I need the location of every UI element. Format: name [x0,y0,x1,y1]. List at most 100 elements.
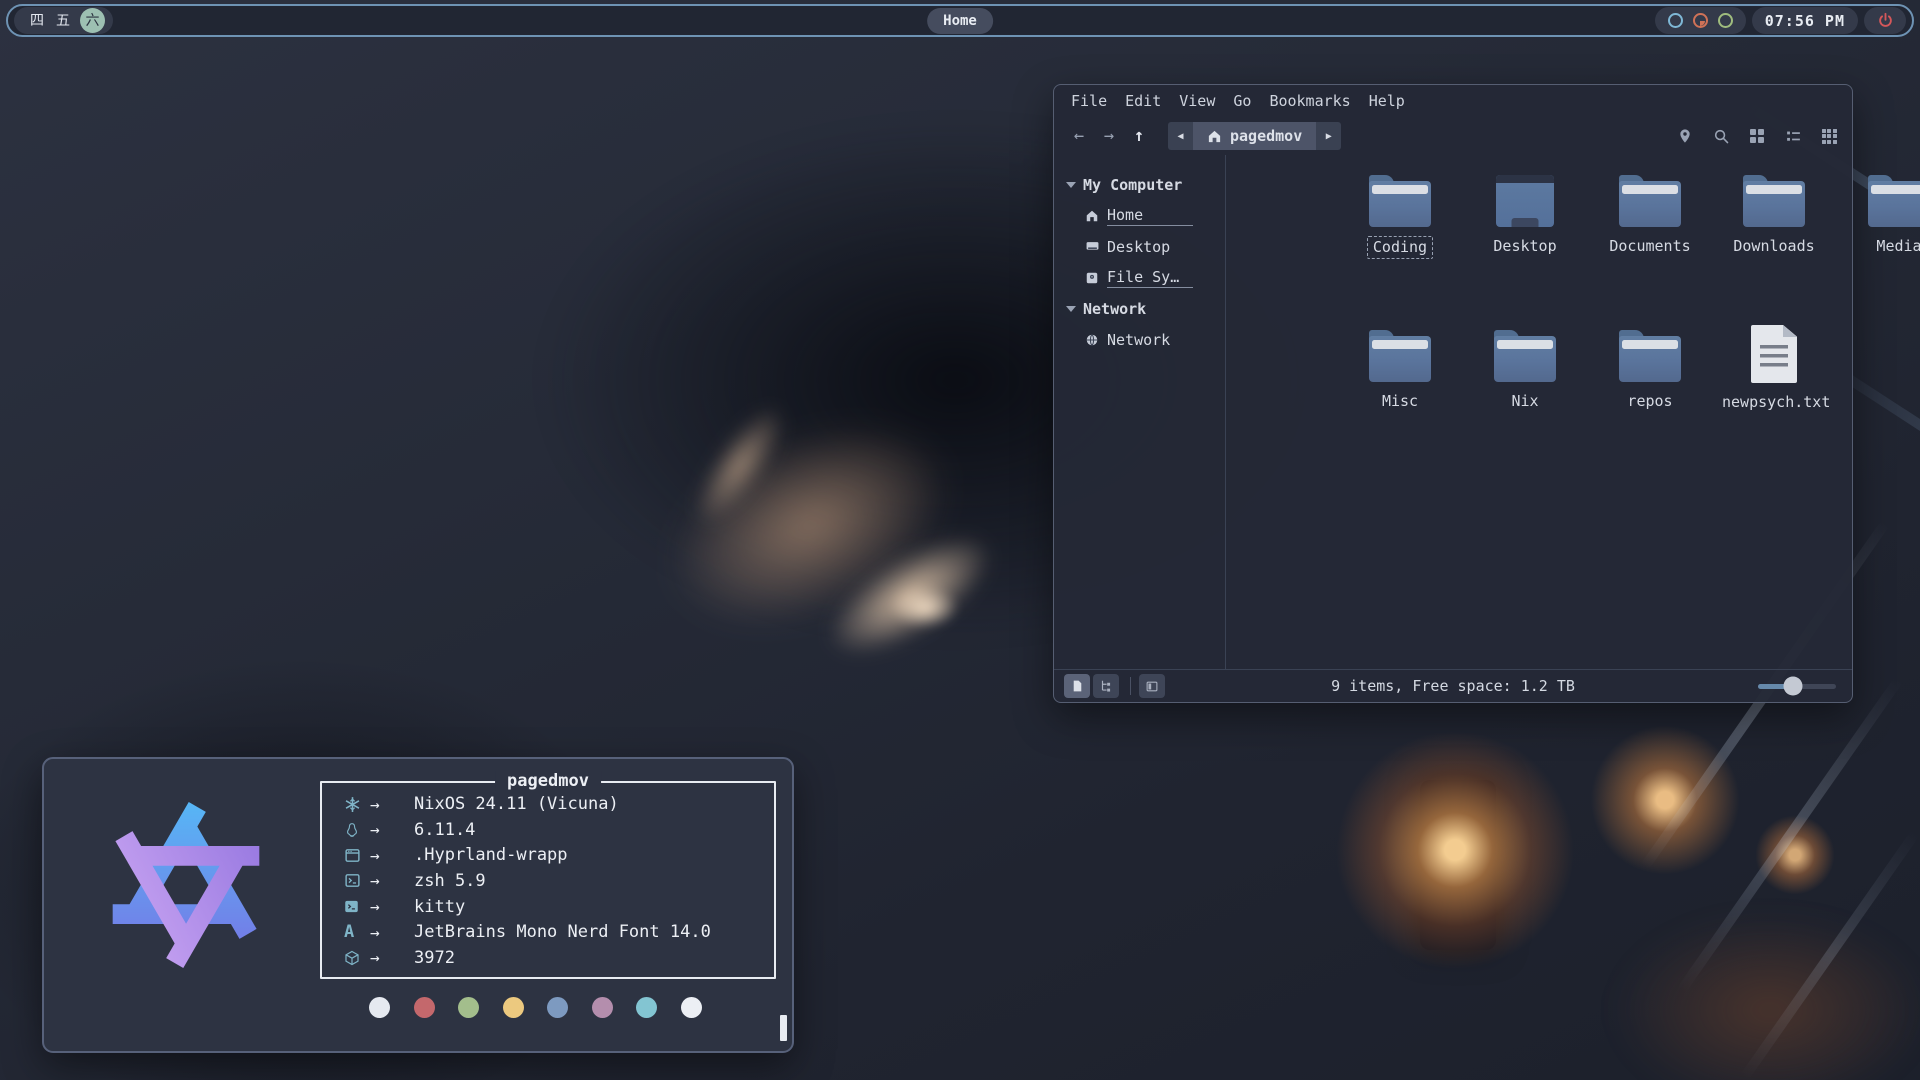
status-bar: 四 五 六 Home 07:56 PM [6,4,1914,37]
up-arrow-icon: ↑ [1134,126,1144,146]
file-item-newpsych-txt[interactable]: newpsych.txt [1712,325,1836,413]
places-pane-button[interactable] [1064,674,1090,698]
menu-bookmarks[interactable]: Bookmarks [1260,89,1359,113]
forward-button[interactable]: → [1094,122,1124,150]
search-button[interactable] [1708,123,1734,149]
workspace-6-active[interactable]: 六 [80,8,105,33]
hostname-title: pagedmov [495,771,601,791]
file-label: Documents [1605,236,1694,257]
sidebar-item-label: Home [1107,206,1193,226]
blue-ring-indicator-icon[interactable] [1668,13,1683,28]
tab-scroll-right-button[interactable]: ▶ [1316,122,1341,150]
shell-prompt-icon [344,872,370,889]
wallpaper-hair-bright [771,479,1050,710]
file-label: Nix [1507,391,1542,412]
wallpaper-candle-glow [1335,730,1575,970]
power-icon [1877,12,1894,29]
fetch-row-os: → NixOS 24.11 (Vicuna) [344,793,764,815]
side-pane-toggle-button[interactable] [1139,674,1165,698]
places-sidebar: My Computer Home Desktop File Sy… [1054,155,1226,669]
file-item-repos[interactable]: repos [1588,330,1712,412]
file-label: Downloads [1729,236,1818,257]
file-item-downloads[interactable]: Downloads [1712,175,1836,257]
file-label: Misc [1378,391,1422,412]
folder-icon [1494,330,1556,382]
active-window-title: Home [927,8,993,34]
nixos-snowflake-icon [344,796,370,813]
sidebar-section-network[interactable]: Network [1066,293,1225,324]
wallpaper-light-streak [1740,829,1920,1080]
zoom-slider[interactable] [1758,684,1836,689]
current-path-tab[interactable]: pagedmov [1193,122,1316,150]
sidebar-item-label: Desktop [1107,238,1170,256]
compact-view-grid-icon [1822,129,1837,144]
list-view-button[interactable] [1780,123,1806,149]
file-grid: Coding Desktop Documents Downloads Media [1226,155,1852,669]
terminal-cursor [780,1015,787,1041]
folder-icon [1369,330,1431,382]
kernel-tux-icon [344,822,370,838]
tree-pane-button[interactable] [1093,674,1119,698]
menu-go[interactable]: Go [1224,89,1260,113]
text-file-icon [1751,325,1797,383]
file-label: Coding [1367,236,1433,259]
fetch-row-wm: → .Hyprland-wrapp [344,844,764,866]
orange-pie-indicator-icon[interactable] [1693,13,1708,28]
file-item-coding[interactable]: Coding [1338,175,1462,259]
search-icon [1713,128,1730,145]
fetch-row-font: A → JetBrains Mono Nerd Font 14.0 [344,921,764,943]
file-manager-window: File Edit View Go Bookmarks Help ← → ↑ ◀… [1053,84,1853,703]
workspace-4[interactable]: 四 [28,14,46,28]
kernel-value: 6.11.4 [414,820,475,840]
sidebar-item-label: File Sy… [1107,268,1193,288]
path-tab-label: pagedmov [1230,127,1302,145]
sidebar-item-home[interactable]: Home [1066,200,1225,231]
file-item-nix[interactable]: Nix [1463,330,1587,412]
menu-help[interactable]: Help [1360,89,1414,113]
folder-icon [1868,175,1920,227]
filesystem-icon [1084,270,1100,286]
sidebar-section-label: Network [1083,300,1146,318]
palette-dot [414,997,435,1018]
folder-icon [1619,330,1681,382]
compact-view-button[interactable] [1816,123,1842,149]
expander-triangle-icon[interactable] [1066,182,1076,188]
sidebar-item-desktop[interactable]: Desktop [1066,231,1225,262]
menu-file[interactable]: File [1062,89,1116,113]
up-button[interactable]: ↑ [1124,122,1154,150]
home-icon [1084,208,1100,224]
globe-icon [1084,332,1100,348]
icon-view-button[interactable] [1744,123,1770,149]
sidebar-section-my-computer[interactable]: My Computer [1066,169,1225,200]
sidebar-item-file-system[interactable]: File Sy… [1066,262,1225,293]
sidebar-section-label: My Computer [1083,176,1182,194]
tree-pane-icon [1099,679,1113,693]
back-button[interactable]: ← [1064,122,1094,150]
terminal-icon [344,899,370,914]
file-item-misc[interactable]: Misc [1338,330,1462,412]
location-button[interactable] [1672,123,1698,149]
menu-edit[interactable]: Edit [1116,89,1170,113]
file-item-documents[interactable]: Documents [1588,175,1712,257]
wallpaper-light-streak [1677,676,1903,993]
packages-value: 3972 [414,948,455,968]
terminal-window[interactable]: pagedmov → NixOS 24.11 (Vicuna) → 6.11.4 [42,757,794,1053]
wallpaper-face-light [880,580,970,635]
path-bar: ◀ pagedmov ▶ [1168,122,1341,150]
palette-dot [592,997,613,1018]
file-label: Desktop [1489,236,1560,257]
items-summary: 9 items, Free space: 1.2 TB [1331,677,1575,695]
menu-view[interactable]: View [1170,89,1224,113]
file-item-media[interactable]: Media [1837,175,1920,257]
menubar: File Edit View Go Bookmarks Help [1054,85,1852,117]
workspace-5[interactable]: 五 [54,14,72,28]
zoom-slider-knob[interactable] [1784,677,1803,696]
file-item-desktop[interactable]: Desktop [1463,175,1587,257]
tab-scroll-left-button[interactable]: ◀ [1168,122,1193,150]
sidebar-item-network[interactable]: Network [1066,324,1225,355]
expander-triangle-icon[interactable] [1066,306,1076,312]
wallpaper-candle-glow [1755,815,1835,895]
green-ring-indicator-icon[interactable] [1718,13,1733,28]
fetch-row-packages: → 3972 [344,947,764,969]
power-button[interactable] [1864,7,1906,34]
